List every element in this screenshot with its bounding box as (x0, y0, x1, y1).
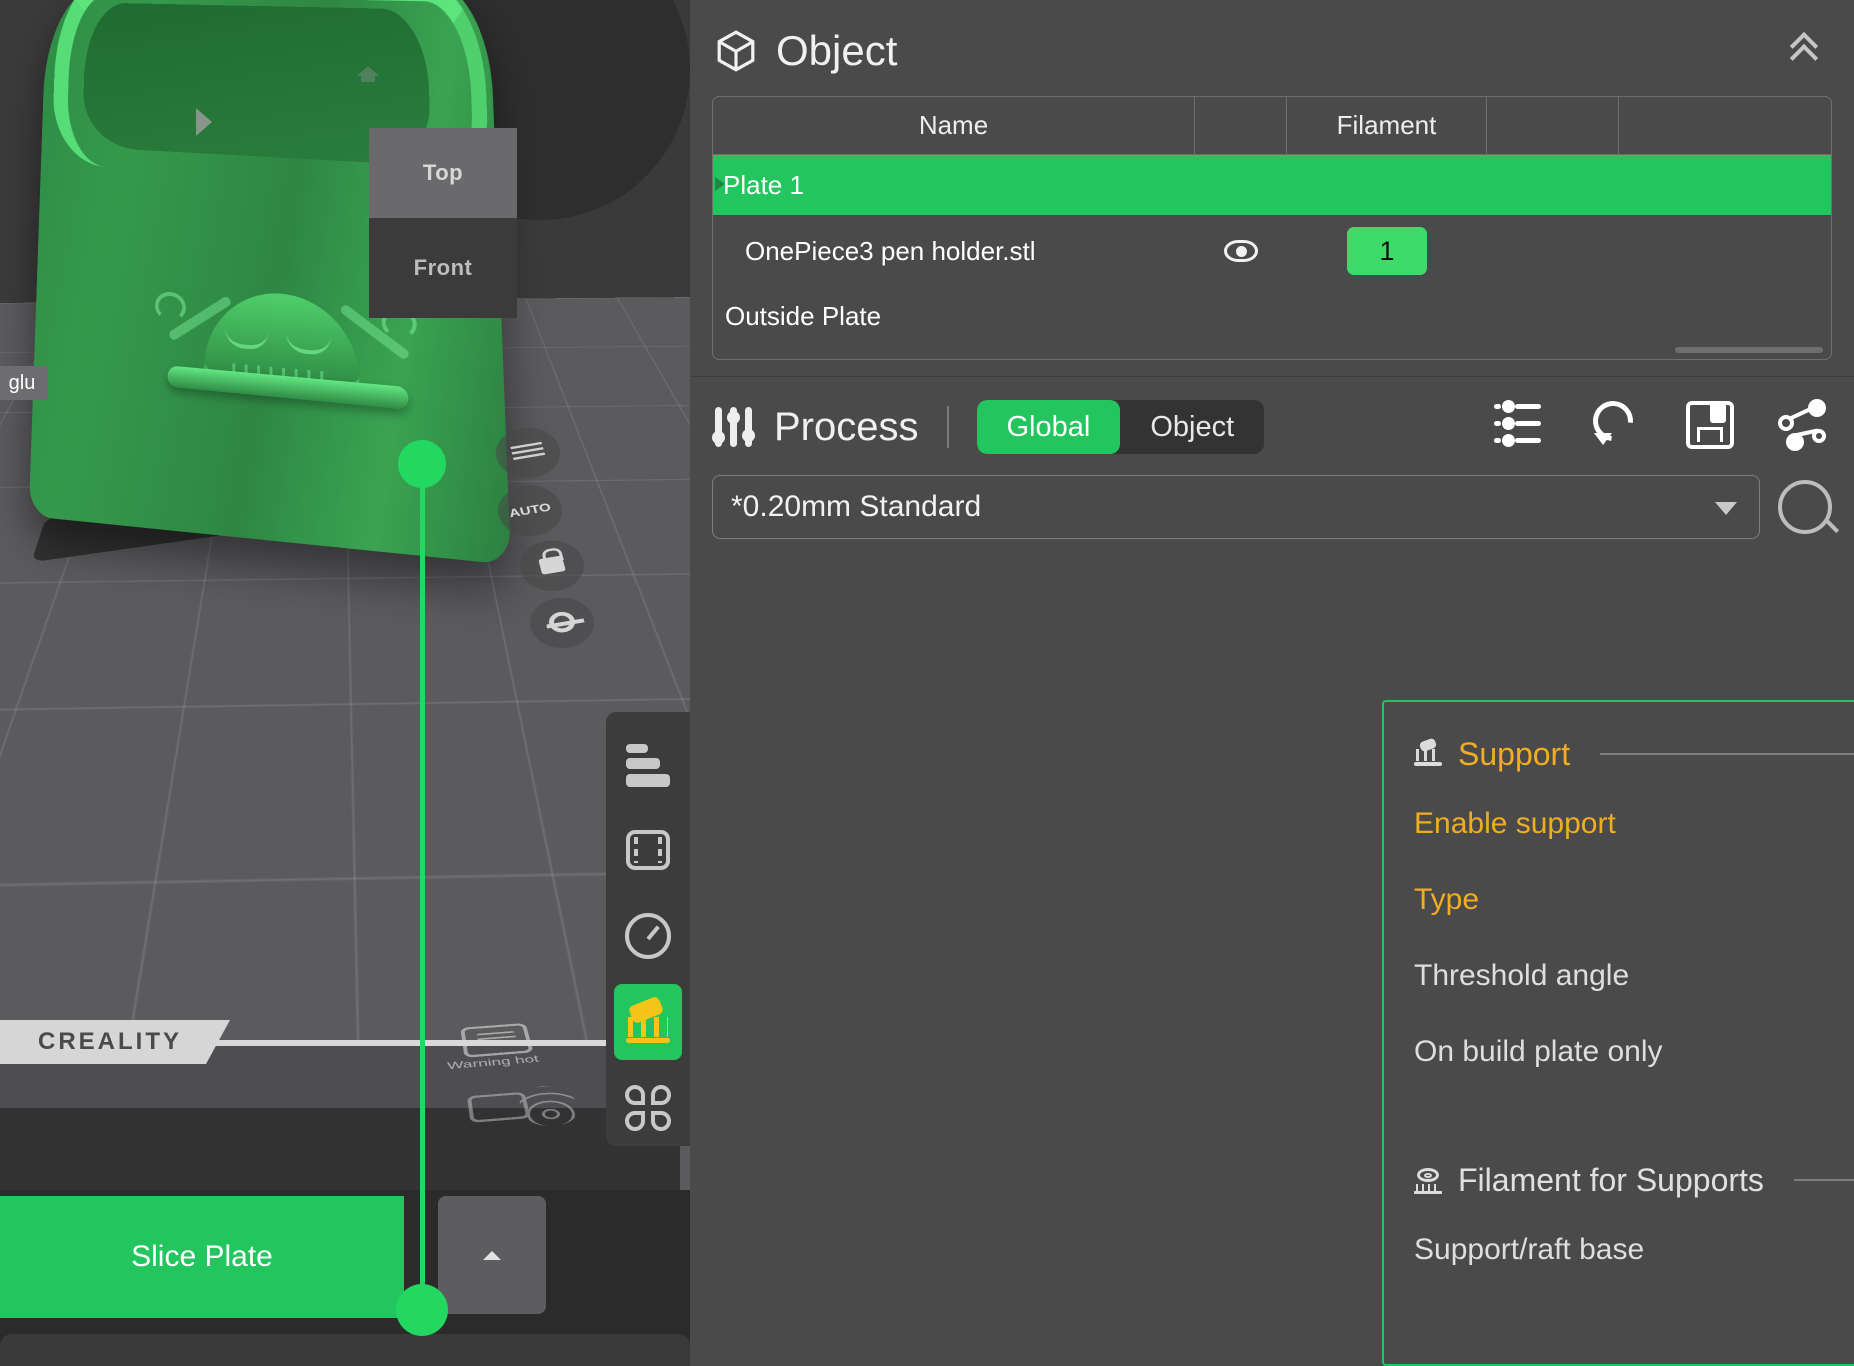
object-panel-header: Object (712, 16, 1832, 86)
variable-layer-height-icon[interactable] (614, 726, 682, 802)
option-row-enable-support: Enable support (1384, 786, 1854, 862)
assembly-view-icon[interactable] (614, 1070, 682, 1146)
slice-options-button[interactable] (438, 1196, 546, 1314)
measure-gauge-icon[interactable] (614, 898, 682, 974)
warning-label: Warning hot (446, 1053, 541, 1072)
skull-knob-left (154, 290, 186, 323)
chevron-up-icon (483, 1250, 501, 1260)
share-icon[interactable] (1778, 399, 1830, 451)
header-divider (946, 406, 949, 448)
cut-tool-icon[interactable] (614, 812, 682, 888)
view-cube-rotate-arrow[interactable] (196, 108, 212, 136)
slice-plate-button[interactable]: Slice Plate (0, 1196, 404, 1318)
process-preset-select[interactable]: *0.20mm Standard (712, 475, 1760, 539)
parameter-list-icon[interactable] (1494, 399, 1546, 451)
tab-global[interactable]: Global (976, 400, 1121, 454)
group-label-support: Support (1458, 735, 1571, 772)
creality-logo: CREALITY (0, 1020, 230, 1064)
object-table[interactable]: Name Filament Plate 1 OnePiece3 pen hold… (712, 96, 1832, 360)
home-icon (357, 60, 379, 82)
column-header-extra-2 (1619, 97, 1831, 154)
option-row-on-build-plate-only: On build plate only (1384, 1014, 1854, 1090)
table-row-outside-plate[interactable]: Outside Plate (713, 287, 1831, 345)
process-scope-toggle[interactable]: Global Object (976, 400, 1265, 454)
support-icon (1414, 737, 1442, 768)
sliders-icon (712, 405, 756, 449)
support-painting-icon[interactable] (614, 984, 682, 1060)
column-header-visibility (1195, 97, 1287, 154)
process-panel-title: Process (774, 404, 919, 449)
option-label-type: Type (1414, 883, 1480, 916)
process-panel: Process Global Object *0.20mm Standard (690, 377, 1854, 539)
table-row-object[interactable]: OnePiece3 pen holder.stl 1 (713, 215, 1831, 287)
option-row-support-raft-base: Support/raft base Default (1384, 1212, 1854, 1288)
chevron-down-icon (1715, 502, 1737, 515)
group-rule (1793, 1179, 1854, 1181)
object-panel-title: Object (776, 27, 898, 74)
group-rule (1600, 753, 1854, 755)
auto-label: AUTO (507, 500, 553, 521)
process-toolbar[interactable] (1494, 392, 1830, 451)
no-touch-warning (466, 1084, 589, 1150)
search-icon[interactable] (1778, 480, 1832, 534)
hot-surface-icon (460, 1023, 534, 1058)
object-name: OnePiece3 pen holder.stl (745, 235, 1036, 266)
slice-bar: Slice Plate (0, 1190, 690, 1366)
view-cube-front[interactable]: Front (369, 218, 517, 318)
reset-icon[interactable] (1584, 392, 1642, 451)
glue-hint-label: glu (0, 366, 48, 400)
option-row-threshold-angle: Threshold angle 30 ° (1384, 938, 1854, 1014)
preset-value: *0.20mm Standard (731, 490, 982, 523)
group-label-filament-for-supports: Filament for Supports (1458, 1161, 1764, 1198)
plate-name: Plate 1 (723, 169, 804, 200)
creality-print-window: CREALITY Warning hot glu Top Front AUTO … (0, 0, 1854, 1366)
column-header-filament: Filament (1287, 97, 1487, 154)
group-header-support[interactable]: Support (1384, 722, 1854, 786)
eye-icon[interactable] (1195, 240, 1287, 262)
bottom-panel-peek (0, 1334, 690, 1366)
cube-icon (712, 27, 760, 75)
double-chevron-up-icon[interactable] (1790, 32, 1824, 66)
object-panel: Object Name Filament Plate 1 OnePiece3 p… (690, 0, 1854, 360)
settings-scroll-area[interactable]: Support Enable support Type Tree(auto) (1382, 700, 1854, 1366)
view-cube[interactable]: Top Front (369, 128, 517, 318)
view-cube-top[interactable]: Top (369, 128, 517, 218)
3d-viewport[interactable]: CREALITY Warning hot glu Top Front AUTO … (0, 0, 690, 1366)
option-label-on-build-plate-only: On build plate only (1414, 1035, 1663, 1068)
option-label-enable-support: Enable support (1414, 807, 1616, 840)
save-icon[interactable] (1686, 401, 1734, 449)
filament-badge[interactable]: 1 (1347, 227, 1427, 275)
option-row-type: Type Tree(auto) (1384, 862, 1854, 938)
object-table-scrollbar[interactable] (713, 345, 1831, 359)
group-header-filament-for-supports[interactable]: Filament for Supports (1384, 1148, 1854, 1212)
outside-plate-label: Outside Plate (725, 300, 882, 331)
annotation-dot-start (398, 440, 446, 488)
column-header-name: Name (713, 97, 1195, 154)
right-sidebar: Object Name Filament Plate 1 OnePiece3 p… (690, 0, 1854, 1366)
expand-caret-icon[interactable] (715, 177, 725, 191)
filament-spool-icon (1414, 1166, 1442, 1194)
option-label-threshold-angle: Threshold angle (1414, 959, 1630, 992)
preset-row: *0.20mm Standard (712, 475, 1832, 539)
annotation-dot-end (396, 1284, 448, 1336)
table-row-plate[interactable]: Plate 1 (713, 155, 1831, 215)
annotation-line (420, 462, 425, 1308)
process-panel-header: Process Global Object (712, 385, 1832, 469)
column-header-extra-1 (1487, 97, 1619, 154)
viewport-toolstrip[interactable] (606, 712, 690, 1146)
option-label-support-raft-base: Support/raft base (1414, 1233, 1645, 1266)
tab-object[interactable]: Object (1120, 400, 1264, 454)
object-table-header: Name Filament (713, 97, 1831, 155)
filament-cell[interactable]: 1 (1287, 227, 1487, 275)
